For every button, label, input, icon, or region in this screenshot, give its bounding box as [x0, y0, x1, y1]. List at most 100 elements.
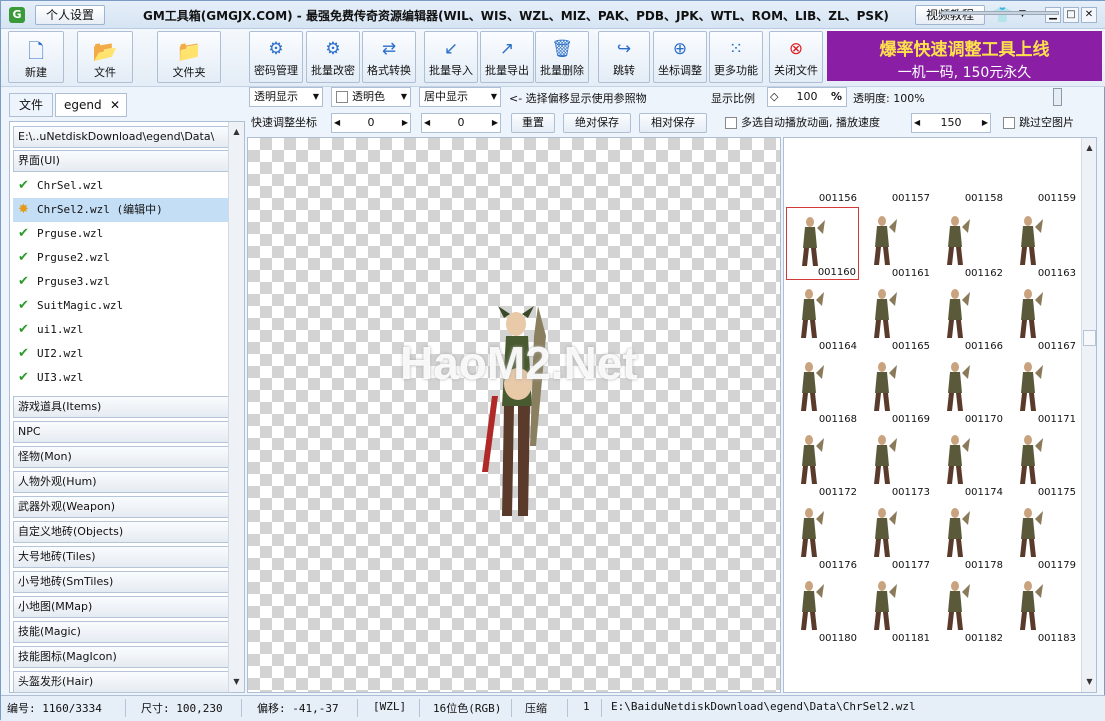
thumbnail-item[interactable]: 001170 [932, 353, 1005, 426]
coord-adjust-button[interactable]: ⊕ 坐标调整 [653, 31, 707, 83]
chevron-left-icon[interactable]: ◀ [334, 114, 340, 132]
file-item[interactable]: ✔ Prguse3.wzl [13, 270, 233, 294]
batch-export-button[interactable]: ↗ 批量导出 [480, 31, 534, 83]
scroll-up-icon[interactable]: ▲ [1082, 140, 1096, 156]
category-item[interactable]: 大号地砖(Tiles) [13, 546, 233, 568]
speed-stepper[interactable]: ◀ 150 ▶ [911, 113, 991, 133]
close-icon[interactable]: ✕ [1081, 7, 1097, 23]
tab-file[interactable]: 文件 [9, 93, 53, 117]
file-item[interactable]: ✔ UI2.wzl [13, 342, 233, 366]
close-file-button[interactable]: ⊗ 关闭文件 [769, 31, 823, 83]
thumbnail-item[interactable]: 001160 [786, 207, 859, 280]
scale-input[interactable]: ◇ 100% [767, 87, 847, 107]
chevron-right-icon[interactable]: ▶ [492, 114, 498, 132]
thumb-scrollbar[interactable]: ▲ ▼ [1081, 138, 1096, 692]
thumbnail-item[interactable]: 001175 [1005, 426, 1078, 499]
category-ui[interactable]: 界面(UI) [13, 150, 233, 172]
file-item[interactable]: ✔ ui1.wzl [13, 318, 233, 342]
batch-password-button[interactable]: ⚙ 批量改密 [306, 31, 360, 83]
more-functions-button[interactable]: ⁙ 更多功能 [709, 31, 763, 83]
chevron-right-icon[interactable]: ▶ [402, 114, 408, 132]
transparent-color-checkbox[interactable] [336, 91, 348, 103]
scroll-down-icon[interactable]: ▼ [229, 674, 244, 690]
category-item[interactable]: 小地图(MMap) [13, 596, 233, 618]
thumbnail-item[interactable]: 001174 [932, 426, 1005, 499]
thumbnail-item[interactable]: 001164 [786, 280, 859, 353]
batch-import-button[interactable]: ↙ 批量导入 [424, 31, 478, 83]
thumbnail-item[interactable]: 001178 [932, 499, 1005, 572]
chevron-left-icon[interactable]: ◀ [424, 114, 430, 132]
scroll-up-icon[interactable]: ▲ [229, 124, 244, 140]
file-item[interactable]: ✔ UI3.wzl [13, 366, 233, 390]
video-tutorial-button[interactable]: 视频教程 [915, 5, 985, 25]
thumbnail-item[interactable]: 001162 [932, 207, 1005, 280]
y-coord-stepper[interactable]: ◀ 0 ▶ [421, 113, 501, 133]
image-canvas[interactable]: HaoM2.Net [247, 137, 781, 693]
left-scrollbar[interactable]: ▲ ▼ [228, 122, 244, 692]
reset-button[interactable]: 重置 [511, 113, 555, 133]
thumbnail-item[interactable]: 001163 [1005, 207, 1078, 280]
category-item[interactable]: 自定义地砖(Objects) [13, 521, 233, 543]
relative-save-button[interactable]: 相对保存 [639, 113, 707, 133]
shirt-icon[interactable]: 👕 [993, 6, 1012, 24]
category-item[interactable]: 怪物(Mon) [13, 446, 233, 468]
thumbnail-item[interactable]: 001161 [859, 207, 932, 280]
absolute-save-button[interactable]: 绝对保存 [563, 113, 631, 133]
transparent-color-select[interactable]: 透明色 ▼ [331, 87, 411, 107]
personal-settings-button[interactable]: 个人设置 [35, 5, 105, 25]
chevron-right-icon[interactable]: ▶ [982, 114, 988, 132]
category-item[interactable]: 人物外观(Hum) [13, 471, 233, 493]
category-item[interactable]: 小号地砖(SmTiles) [13, 571, 233, 593]
thumbnail-item[interactable]: 001171 [1005, 353, 1078, 426]
thumbnail-item[interactable]: 001167 [1005, 280, 1078, 353]
thumbnail-item[interactable]: 001159 [1005, 138, 1078, 205]
thumbnail-item[interactable]: 001168 [786, 353, 859, 426]
thumbnail-item[interactable]: 001172 [786, 426, 859, 499]
category-item[interactable]: 游戏道具(Items) [13, 396, 233, 418]
thumbnail-item[interactable]: 001157 [859, 138, 932, 205]
thumbnail-item[interactable]: 001158 [932, 138, 1005, 205]
thumbnail-item[interactable]: 001176 [786, 499, 859, 572]
scroll-thumb[interactable] [1083, 330, 1096, 346]
autoplay-checkbox[interactable] [725, 117, 737, 129]
jump-button[interactable]: ↪ 跳转 [598, 31, 650, 83]
batch-delete-button[interactable]: 🗑 批量删除 [535, 31, 589, 83]
tab-close-icon[interactable]: ✕ [110, 94, 120, 116]
new-button[interactable]: 🗋 新建 [8, 31, 64, 83]
ad-banner[interactable]: 爆率快速调整工具上线 一机一码, 150元永久 [827, 31, 1102, 81]
maximize-icon[interactable]: □ [1063, 7, 1079, 23]
chevron-left-icon[interactable]: ◀ [914, 114, 920, 132]
minimize-icon[interactable]: ▁ [1045, 7, 1061, 23]
scroll-down-icon[interactable]: ▼ [1082, 674, 1096, 690]
thumbnail-item[interactable]: 001182 [932, 572, 1005, 645]
thumbnail-item[interactable]: 001177 [859, 499, 932, 572]
display-mode-select[interactable]: 透明显示 ▼ [249, 87, 323, 107]
file-button[interactable]: 📂 文件 [77, 31, 133, 83]
thumbnail-item[interactable]: 001156 [786, 138, 859, 205]
file-item[interactable]: ✔ ChrSel.wzl [13, 174, 233, 198]
format-convert-button[interactable]: ⇄ 格式转换 [362, 31, 416, 83]
category-item[interactable]: 技能(Magic) [13, 621, 233, 643]
category-item[interactable]: 武器外观(Weapon) [13, 496, 233, 518]
opacity-slider-thumb[interactable] [1053, 88, 1062, 106]
category-item[interactable]: NPC [13, 421, 233, 443]
folder-button[interactable]: 📁 文件夹 [157, 31, 221, 83]
file-item[interactable]: ✔ SuitMagic.wzl [13, 294, 233, 318]
file-item[interactable]: ✸ ChrSel2.wzl (编辑中) [13, 198, 233, 222]
thumbnail-item[interactable]: 001180 [786, 572, 859, 645]
skip-empty-checkbox[interactable] [1003, 117, 1015, 129]
tab-egend[interactable]: egend ✕ [55, 93, 127, 117]
x-coord-stepper[interactable]: ◀ 0 ▶ [331, 113, 411, 133]
thumbnail-item[interactable]: 001181 [859, 572, 932, 645]
thumbnail-item[interactable]: 001169 [859, 353, 932, 426]
opacity-slider[interactable] [941, 11, 1059, 15]
thumbnail-item[interactable]: 001183 [1005, 572, 1078, 645]
file-item[interactable]: ✔ Prguse.wzl [13, 222, 233, 246]
category-item[interactable]: 技能图标(MagIcon) [13, 646, 233, 668]
file-item[interactable]: ✔ Prguse2.wzl [13, 246, 233, 270]
password-manage-button[interactable]: ⚙ 密码管理 [249, 31, 303, 83]
thumbnail-item[interactable]: 001165 [859, 280, 932, 353]
align-select[interactable]: 居中显示 ▼ [419, 87, 501, 107]
thumbnail-item[interactable]: 001166 [932, 280, 1005, 353]
thumbnail-item[interactable]: 001179 [1005, 499, 1078, 572]
